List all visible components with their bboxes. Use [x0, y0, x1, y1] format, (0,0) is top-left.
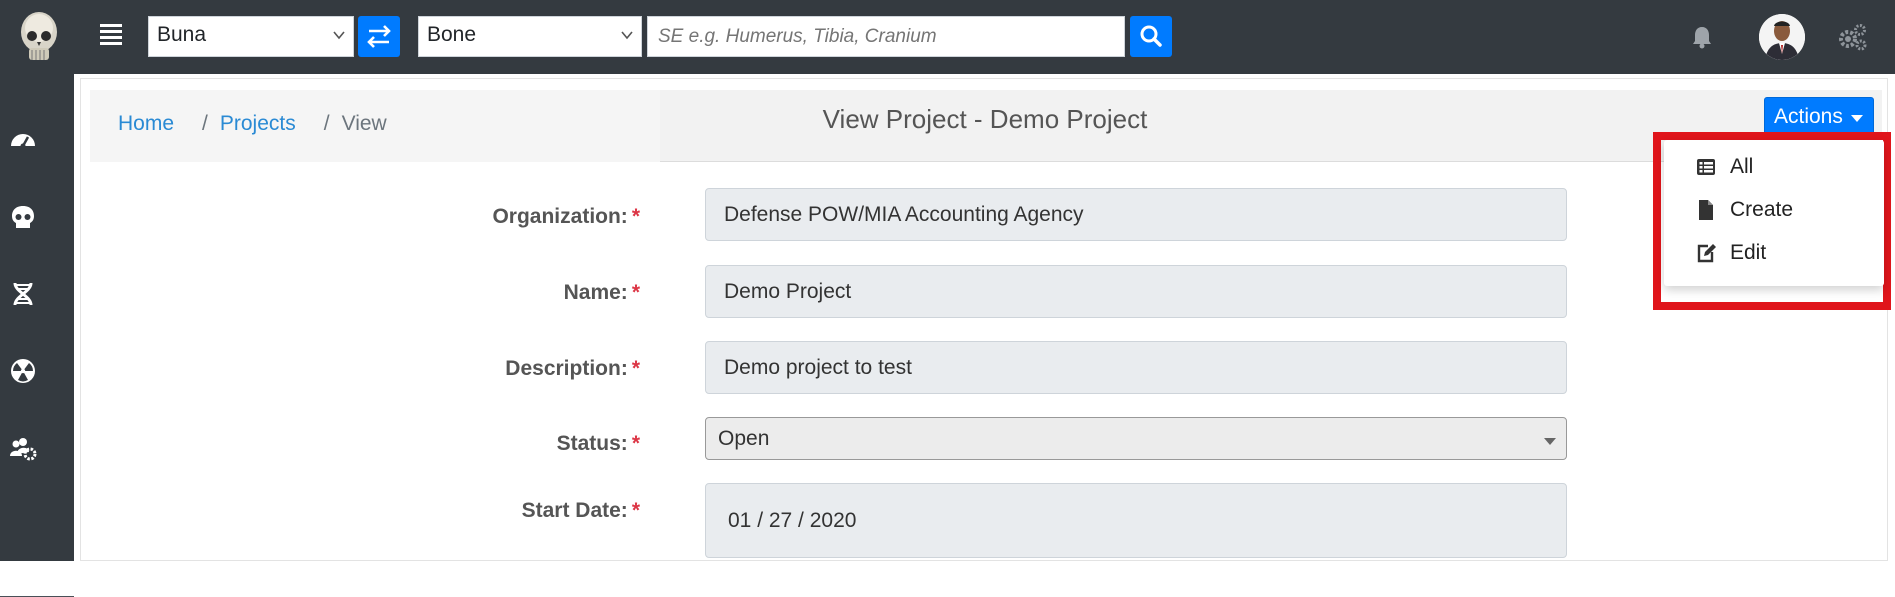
sidebar	[0, 74, 74, 597]
swap-arrows-icon	[367, 25, 391, 48]
search-button[interactable]	[1130, 16, 1172, 57]
name-label: Name: *	[80, 281, 640, 305]
description-label-text: Description:	[505, 357, 628, 380]
status-select[interactable]: Open	[705, 417, 1567, 460]
required-marker: *	[631, 432, 640, 455]
organization-value: Defense POW/MIA Accounting Agency	[724, 203, 1084, 226]
list-icon	[1697, 159, 1715, 175]
actions-dropdown-menu: All Create Edit	[1664, 140, 1884, 286]
dropdown-item-create[interactable]: Create	[1664, 191, 1884, 231]
top-navbar: Buna Bone	[0, 0, 1895, 74]
name-value: Demo Project	[724, 280, 852, 303]
name-field[interactable]: Demo Project	[705, 265, 1567, 318]
breadcrumb-current: View	[341, 112, 387, 135]
skull-logo-icon[interactable]	[14, 10, 64, 64]
name-label-text: Name:	[563, 281, 628, 304]
file-icon	[1699, 200, 1713, 220]
skull-icon[interactable]	[9, 203, 37, 231]
breadcrumb-home-link[interactable]: Home	[118, 112, 174, 136]
required-marker: *	[631, 281, 640, 304]
dropdown-item-label: Edit	[1730, 241, 1767, 264]
start-date-label: Start Date: *	[80, 499, 640, 523]
status-label: Status: *	[80, 432, 640, 456]
breadcrumb: Home / Projects / View	[118, 112, 387, 136]
users-settings-icon[interactable]	[9, 434, 37, 462]
bell-icon[interactable]	[1690, 24, 1714, 50]
actions-button[interactable]: Actions	[1764, 97, 1874, 137]
dropdown-item-label: Create	[1730, 198, 1794, 221]
dropdown-item-label: All	[1730, 155, 1754, 178]
chevron-down-icon	[1544, 438, 1556, 445]
actions-button-label: Actions	[1774, 105, 1843, 128]
required-marker: *	[631, 205, 640, 228]
breadcrumb-separator: /	[323, 112, 330, 135]
right-select-value: Bone	[427, 23, 477, 46]
chevron-down-icon	[621, 31, 633, 40]
description-value: Demo project to test	[724, 356, 912, 379]
dropdown-item-all[interactable]: All	[1664, 148, 1884, 188]
dropdown-item-edit[interactable]: Edit	[1664, 234, 1884, 274]
left-select[interactable]: Buna	[148, 16, 354, 57]
dna-icon[interactable]	[9, 280, 37, 308]
swap-button[interactable]	[358, 16, 400, 57]
avatar-image	[1759, 14, 1805, 60]
breadcrumb-separator: /	[202, 112, 208, 135]
status-value: Open	[718, 427, 770, 450]
settings-gears-icon[interactable]	[1836, 22, 1868, 52]
organization-label-text: Organization:	[492, 205, 628, 228]
description-label: Description: *	[80, 357, 640, 381]
radiation-icon[interactable]	[9, 357, 37, 385]
left-select-value: Buna	[157, 23, 207, 46]
breadcrumb-projects-link[interactable]: Projects	[220, 112, 296, 136]
status-label-text: Status:	[556, 432, 628, 455]
caret-down-icon	[1851, 115, 1863, 122]
search-input[interactable]	[647, 16, 1125, 57]
edit-icon	[1697, 244, 1716, 263]
required-marker: *	[631, 499, 640, 522]
right-select[interactable]: Bone	[418, 16, 642, 57]
start-date-value: 01 / 27 / 2020	[728, 509, 857, 532]
start-date-field[interactable]: 01 / 27 / 2020	[705, 483, 1567, 558]
required-marker: *	[631, 357, 640, 380]
organization-field[interactable]: Defense POW/MIA Accounting Agency	[705, 188, 1567, 241]
start-date-label-text: Start Date:	[521, 499, 628, 522]
menu-toggle-icon[interactable]	[100, 24, 122, 48]
page-title: View Project - Demo Project	[822, 104, 1148, 134]
organization-label: Organization: *	[80, 205, 640, 229]
user-avatar[interactable]	[1759, 14, 1805, 60]
search-icon	[1140, 25, 1162, 47]
description-field[interactable]: Demo project to test	[705, 341, 1567, 394]
chevron-down-icon	[333, 31, 345, 40]
dashboard-gauge-icon[interactable]	[9, 126, 37, 154]
